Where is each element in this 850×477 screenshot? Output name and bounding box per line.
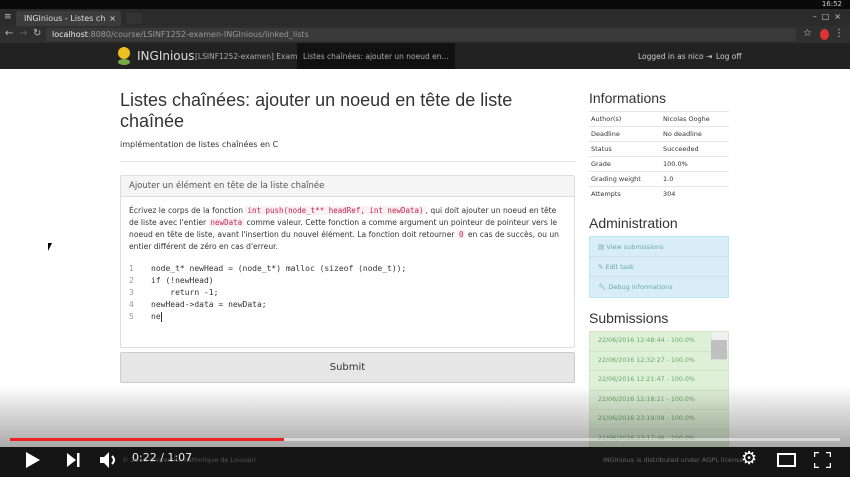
code-line: 3 return -1;	[129, 288, 219, 297]
info-row: Deadline No deadline	[589, 126, 729, 142]
license-text: INGInious is distributed under AGPL lice…	[603, 456, 744, 464]
video-progress-fill	[10, 438, 284, 441]
problem-description: Écrivez le corps de la fonction int push…	[129, 206, 559, 251]
view-submissions-link[interactable]: ▤ View submissions	[590, 237, 728, 257]
submissions-heading: Submissions	[589, 310, 669, 326]
problem-panel: Ajouter un élément en tête de la liste c…	[120, 175, 575, 348]
video-time: 0:22 / 1:07	[132, 451, 193, 464]
code-line: 5 ne	[129, 311, 162, 322]
info-row: Author(s) Nicolas Ooghe	[589, 111, 729, 127]
info-row: Grading weight 1.0	[589, 171, 729, 187]
page-footer: © 2016 Université catholique de Louvain …	[0, 447, 850, 477]
breadcrumb-task[interactable]: Listes chaînées: ajouter un noeud en...	[297, 43, 455, 69]
browser-tab[interactable]: INGInious - Listes ch ×	[16, 11, 121, 26]
submission-item[interactable]: 22/06/2016 12:32:27 - 100.0%	[590, 352, 728, 371]
info-row: Attempts 304	[589, 186, 729, 201]
tab-title: INGInious - Listes ch	[24, 14, 106, 23]
menu-icon[interactable]: ≡	[4, 12, 12, 22]
administration-heading: Administration	[589, 215, 678, 231]
volume-icon[interactable]	[100, 452, 118, 468]
url-input[interactable]: localhost:8080/course/LSINF1252-examen-I…	[46, 28, 796, 41]
info-table: Author(s) Nicolas Ooghe Deadline No deadlin…	[589, 111, 729, 201]
browser-menu-icon[interactable]: ⋮	[834, 28, 844, 39]
mouse-cursor	[48, 243, 52, 251]
submit-button[interactable]: Submit	[120, 352, 575, 383]
info-value: 100.0%	[661, 156, 729, 172]
window-controls[interactable]: –□×	[813, 12, 846, 21]
os-top-bar: 16:52	[0, 0, 850, 9]
scrollbar[interactable]	[711, 332, 728, 360]
edit-icon: ✎	[598, 263, 606, 271]
breadcrumb-separator: ›	[292, 52, 295, 61]
theater-mode-icon[interactable]	[777, 453, 796, 467]
wrench-icon: 🔧︎	[598, 283, 609, 291]
submission-item[interactable]: 22/06/2016 12:18:21 - 100.0%	[590, 391, 728, 410]
info-value: 1.0	[661, 171, 729, 187]
bookmark-star-icon[interactable]: ☆	[803, 28, 812, 39]
info-label: Deadline	[589, 126, 661, 142]
admin-list: ▤ View submissions ✎ Edit task 🔧︎ Debug …	[589, 236, 729, 298]
logged-in-label: Logged in as nico	[638, 52, 704, 61]
code-line: 4 newHead->data = newData;	[129, 300, 267, 309]
new-tab-button[interactable]	[126, 13, 142, 24]
page-subtitle: implémentation de listes chaînées en C	[120, 140, 575, 162]
breadcrumb-course[interactable]: [LSINF1252-examen] Examen	[195, 52, 307, 61]
info-row: Grade 100.0%	[589, 156, 729, 172]
submissions-list: 22/06/2016 12:48:44 - 100.0% 22/06/2016 1…	[589, 331, 729, 461]
info-value: No deadline	[661, 126, 729, 142]
reload-icon[interactable]: ↻	[33, 28, 41, 39]
info-label: Author(s)	[589, 111, 661, 127]
video-progress-bar[interactable]	[10, 438, 840, 441]
informations-heading: Informations	[589, 90, 667, 106]
site-navbar: INGInious › [LSINF1252-examen] Examen › …	[0, 43, 850, 69]
address-bar-row: ← → ↻ localhost:8080/course/LSINF1252-ex…	[0, 26, 850, 43]
page-title: Listes chaînées: ajouter un noeud en têt…	[120, 90, 513, 131]
info-label: Grade	[589, 156, 661, 172]
task-main: Listes chaînées: ajouter un noeud en têt…	[120, 90, 575, 383]
logoff-link[interactable]: Log off	[716, 52, 742, 61]
info-value: Succeeded	[661, 141, 729, 157]
problem-heading: Ajouter un élément en tête de la liste c…	[121, 176, 574, 197]
close-tab-icon[interactable]: ×	[109, 14, 116, 23]
debug-informations-link[interactable]: 🔧︎ Debug informations	[590, 277, 728, 297]
fullscreen-icon[interactable]	[814, 452, 831, 468]
info-label: Grading weight	[589, 171, 661, 187]
submission-item[interactable]: 21/06/2016 23:19:09 - 100.0%	[590, 410, 728, 430]
info-row: Status Succeeded	[589, 141, 729, 157]
info-label: Status	[589, 141, 661, 157]
logoff-icon: ⇥	[706, 52, 713, 61]
code-line: 2 if (!newHead)	[129, 276, 214, 285]
forward-icon[interactable]: →	[19, 28, 27, 39]
os-clock: 16:52	[821, 0, 842, 8]
code-editor[interactable]: 1 node_t* newHead = (node_t*) malloc (siz…	[129, 263, 566, 323]
info-label: Attempts	[589, 186, 661, 201]
browser-tab-bar: ≡ INGInious - Listes ch × –□×	[0, 9, 850, 26]
breadcrumb-separator: ›	[186, 52, 189, 61]
sidebar: Informations Author(s) Nicolas Ooghe Deadl…	[589, 90, 729, 461]
extension-icon[interactable]	[820, 29, 829, 40]
list-icon: ▤	[598, 243, 607, 251]
inginious-logo-icon[interactable]	[117, 46, 131, 66]
scrollbar-thumb[interactable]	[711, 340, 727, 360]
play-icon[interactable]	[26, 452, 40, 468]
back-icon[interactable]: ←	[5, 28, 13, 39]
settings-gear-icon[interactable]: ⚙	[741, 448, 757, 469]
info-value: Nicolas Ooghe	[661, 111, 729, 127]
code-line: 1 node_t* newHead = (node_t*) malloc (siz…	[129, 264, 407, 273]
submission-item[interactable]: 22/06/2016 12:21:47 - 100.0%	[590, 371, 728, 391]
info-value: 304	[661, 186, 729, 201]
submission-item[interactable]: 22/06/2016 12:48:44 - 100.0%	[590, 332, 728, 352]
next-icon[interactable]	[67, 453, 80, 467]
edit-task-link[interactable]: ✎ Edit task	[590, 257, 728, 277]
